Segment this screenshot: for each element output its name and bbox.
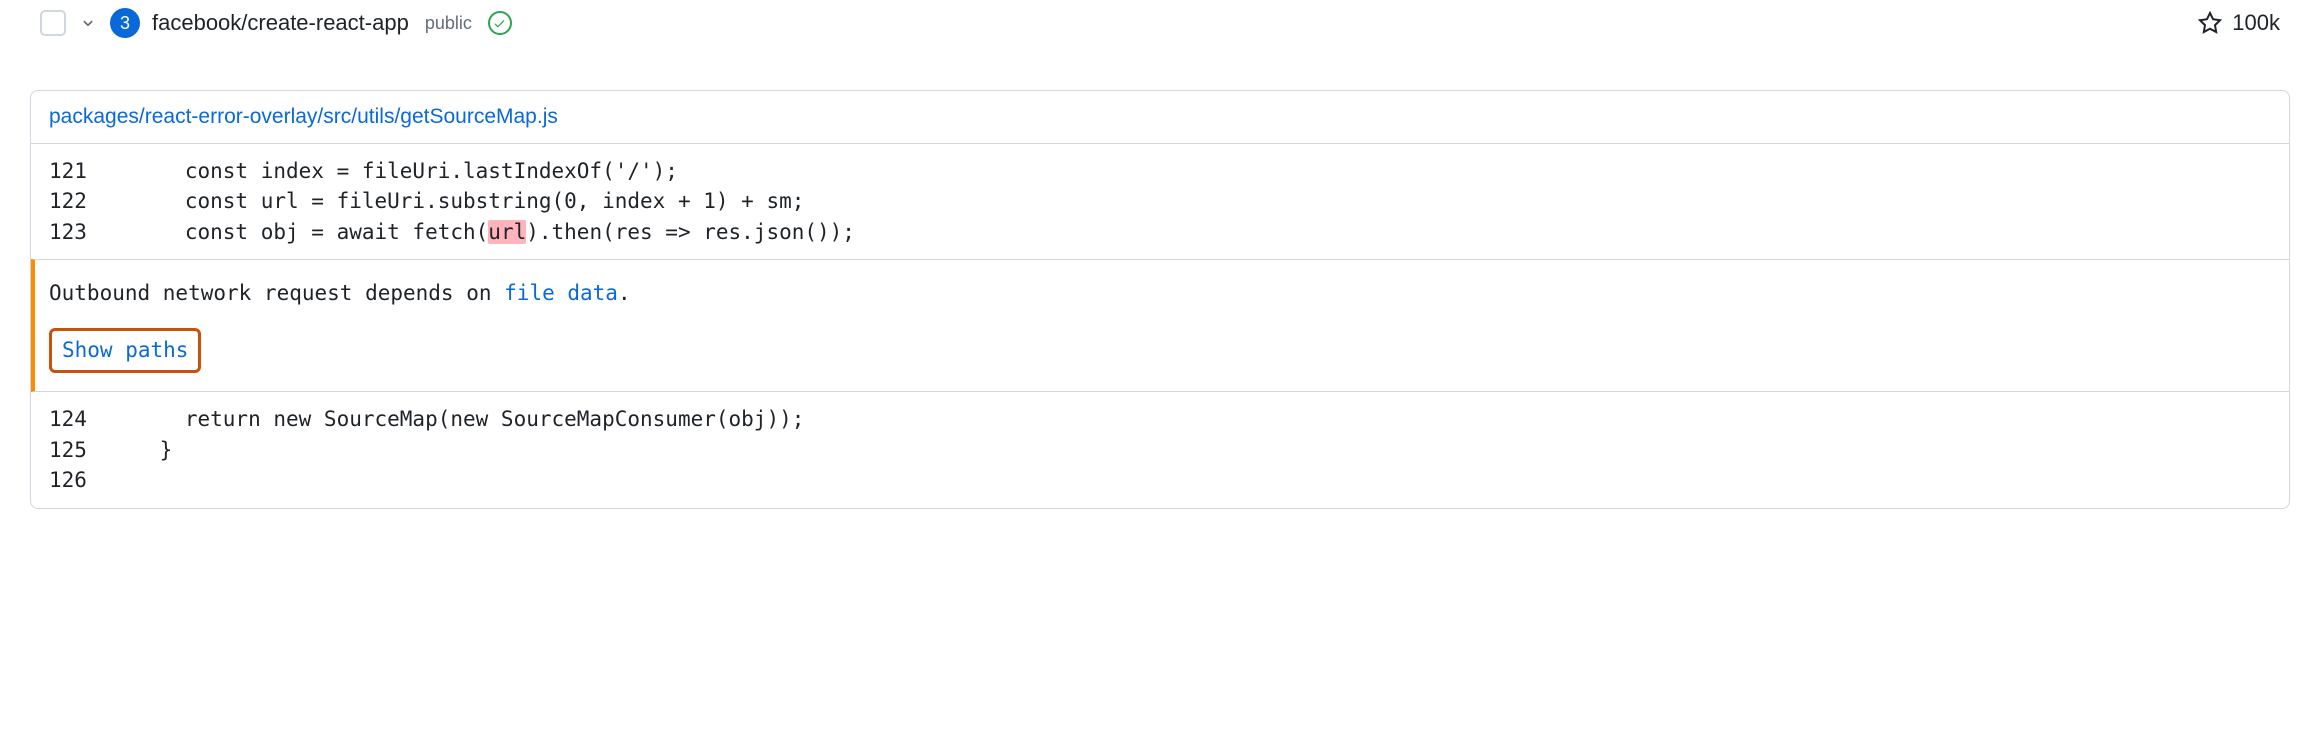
line-number: 126: [49, 465, 109, 495]
line-number: 122: [49, 186, 109, 216]
line-number: 123: [49, 217, 109, 247]
file-path-link[interactable]: packages/react-error-overlay/src/utils/g…: [49, 105, 558, 128]
check-icon: [493, 17, 506, 30]
alert-text-prefix: Outbound network request depends on: [49, 281, 504, 305]
code-line: 122 const url = fileUri.substring(0, ind…: [31, 186, 2289, 216]
alert-message: Outbound network request depends on file…: [49, 278, 2271, 310]
line-content: const obj = await fetch(url).then(res =>…: [109, 217, 855, 247]
expand-chevron[interactable]: [78, 13, 98, 33]
code-line: 123 const obj = await fetch(url).then(re…: [31, 217, 2289, 247]
visibility-label: public: [425, 13, 472, 34]
highlighted-token: url: [488, 220, 526, 244]
select-checkbox[interactable]: [40, 10, 66, 36]
line-number: 124: [49, 404, 109, 434]
line-content: }: [109, 435, 172, 465]
line-content: const index = fileUri.lastIndexOf('/');: [109, 156, 678, 186]
count-badge: 3: [110, 8, 140, 38]
show-paths-button[interactable]: Show paths: [49, 328, 201, 374]
code-line: 125 }: [31, 435, 2289, 465]
code-panel: packages/react-error-overlay/src/utils/g…: [30, 90, 2290, 509]
star-icon: [2198, 11, 2222, 35]
code-block-after: 124 return new SourceMap(new SourceMapCo…: [31, 392, 2289, 507]
file-path-row: packages/react-error-overlay/src/utils/g…: [31, 91, 2289, 144]
alert-block: Outbound network request depends on file…: [31, 259, 2289, 392]
line-content: return new SourceMap(new SourceMapConsum…: [109, 404, 804, 434]
code-line: 126: [31, 465, 2289, 495]
line-content: const url = fileUri.substring(0, index +…: [109, 186, 804, 216]
verified-badge: [488, 11, 512, 35]
star-button[interactable]: 100k: [2198, 10, 2280, 36]
line-number: 121: [49, 156, 109, 186]
repo-name-link[interactable]: facebook/create-react-app: [152, 10, 409, 36]
code-line: 124 return new SourceMap(new SourceMapCo…: [31, 404, 2289, 434]
star-count: 100k: [2232, 10, 2280, 36]
line-number: 125: [49, 435, 109, 465]
alert-link-file-data[interactable]: file data: [504, 281, 618, 305]
chevron-down-icon: [79, 14, 97, 32]
code-line: 121 const index = fileUri.lastIndexOf('/…: [31, 156, 2289, 186]
code-block-before: 121 const index = fileUri.lastIndexOf('/…: [31, 144, 2289, 259]
alert-text-suffix: .: [618, 281, 631, 305]
header-row: 3 facebook/create-react-app public 100k: [0, 0, 2320, 50]
